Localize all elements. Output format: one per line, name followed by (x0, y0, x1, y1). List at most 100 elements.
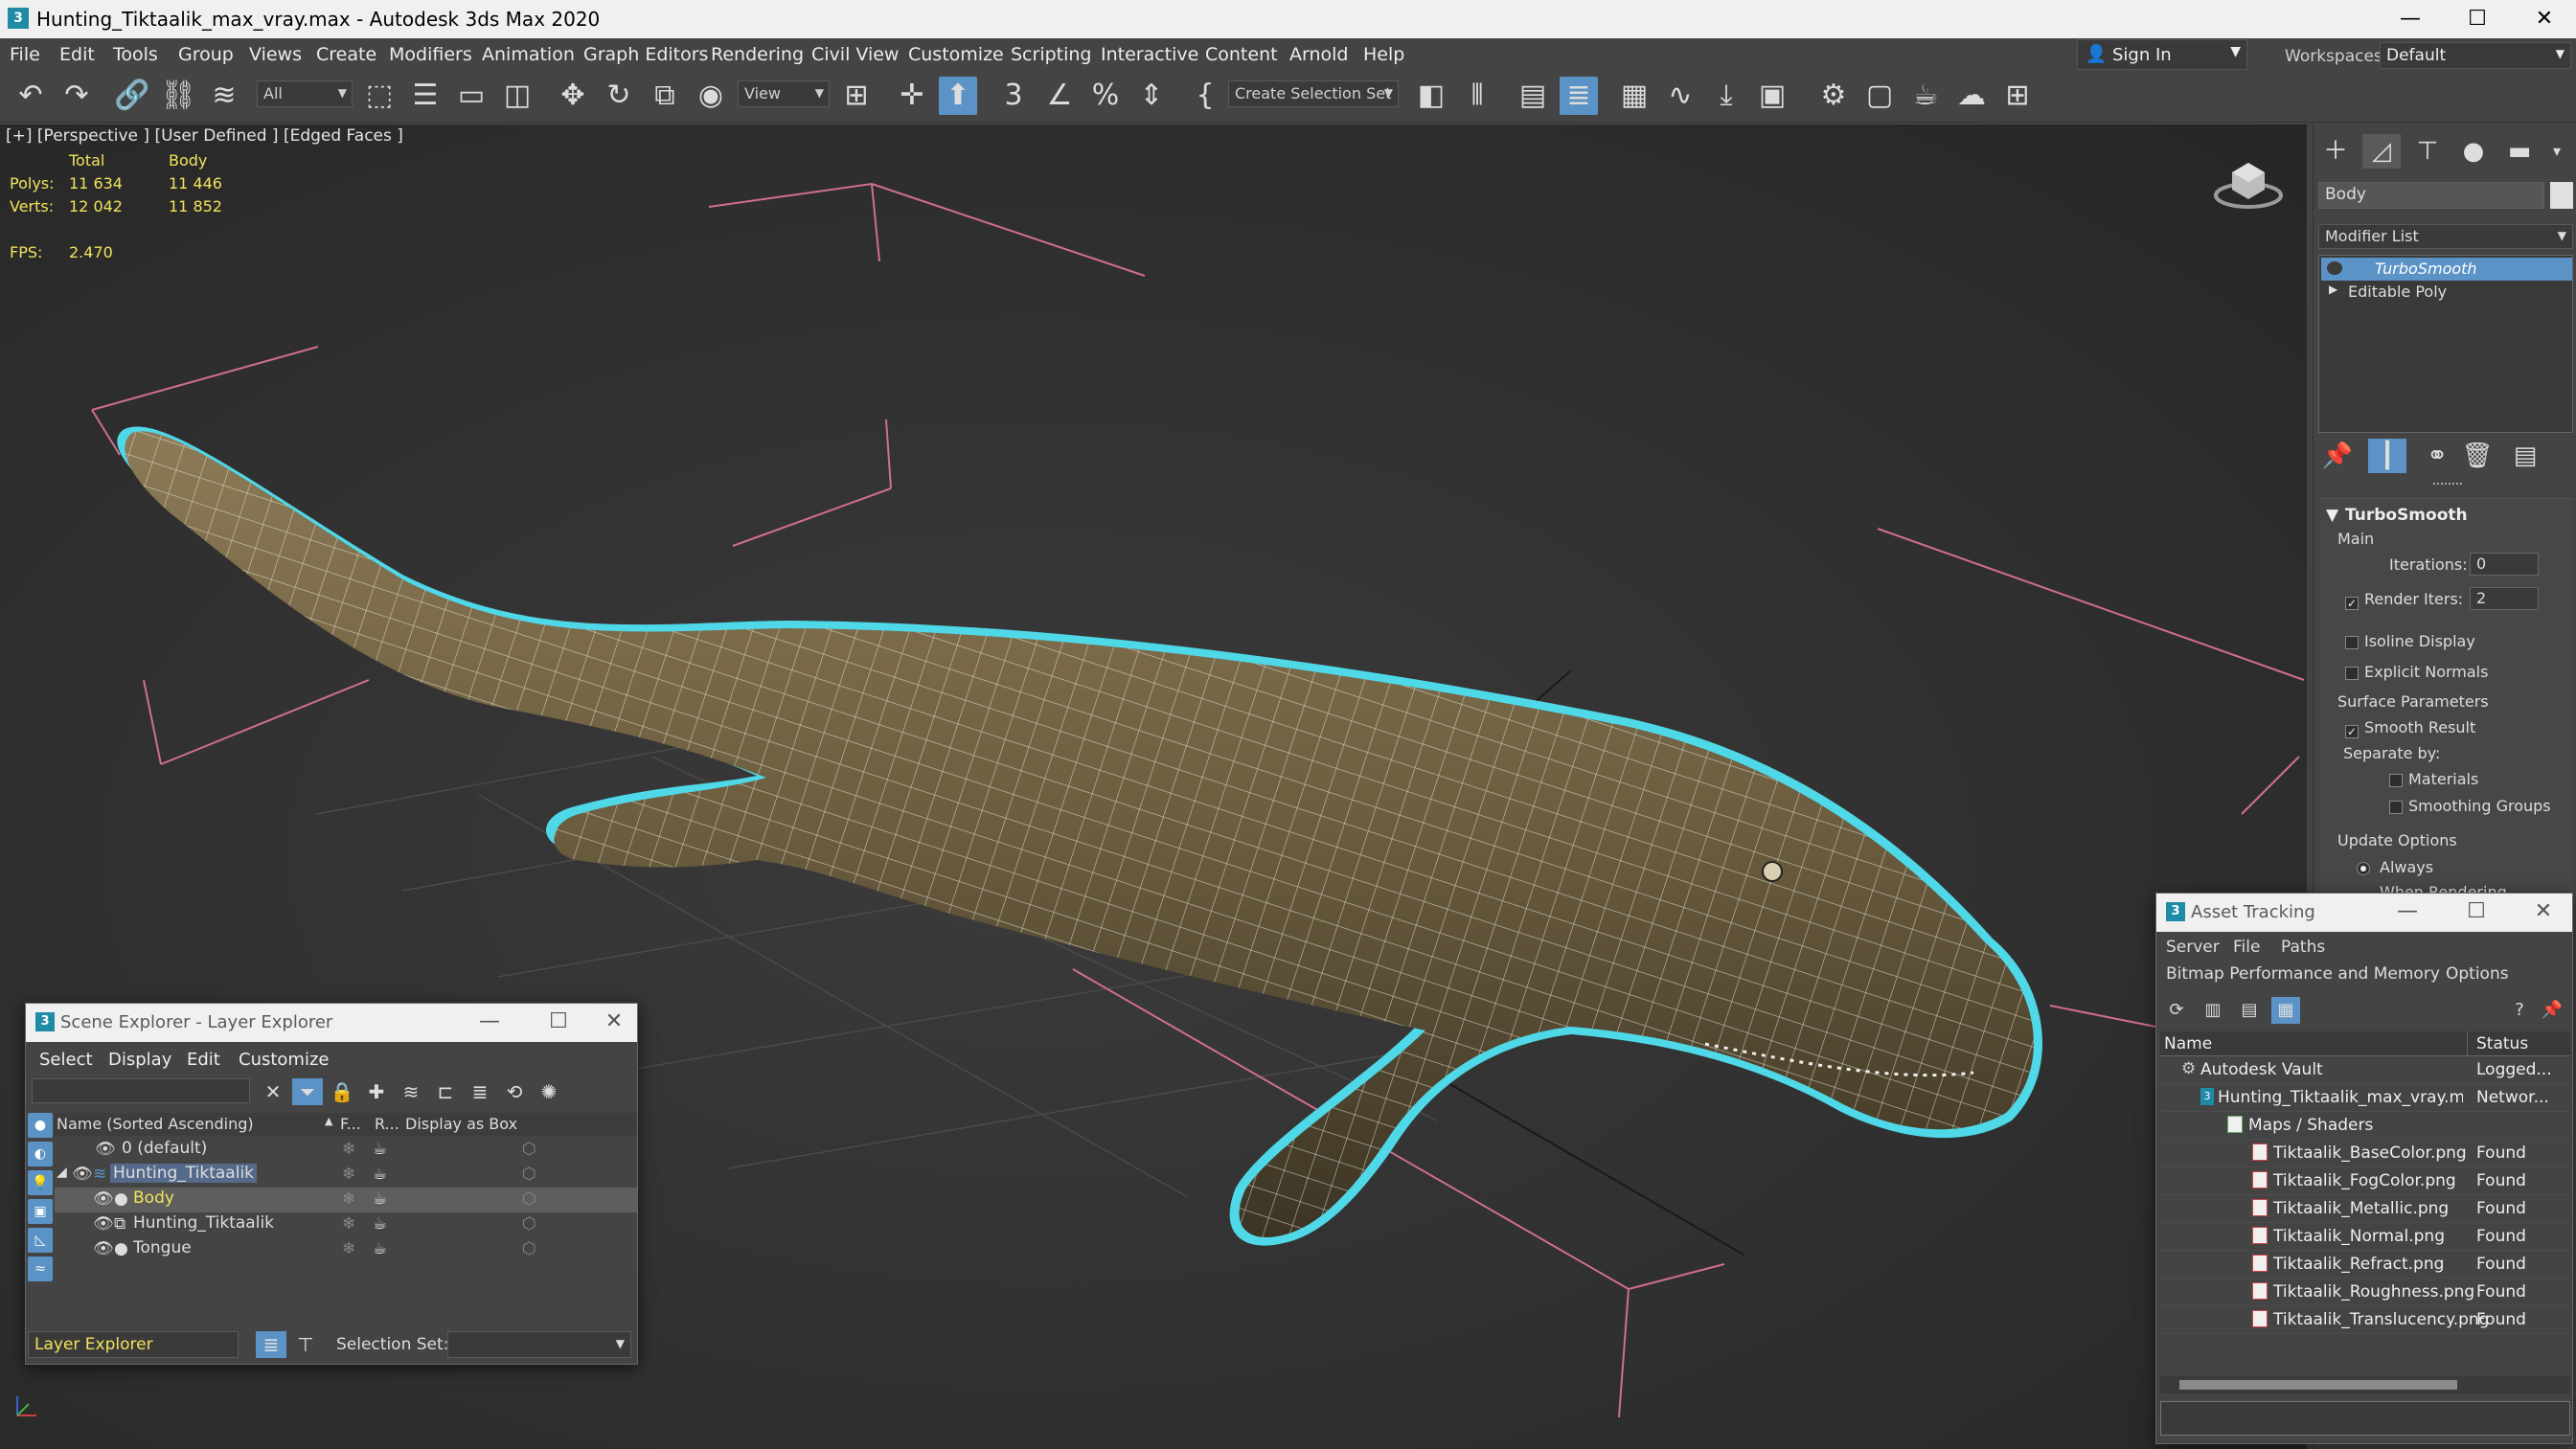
percent-snap-icon[interactable]: % (1086, 77, 1125, 115)
snaps-toggle-icon[interactable]: 3 (994, 77, 1033, 115)
minimize-button[interactable]: — (468, 1009, 511, 1036)
menu-group[interactable]: Group (178, 44, 234, 65)
schematic-view-icon[interactable]: ⤓ (1707, 77, 1745, 115)
box-icon[interactable]: ⬡ (522, 1140, 536, 1159)
spinner-snap-icon[interactable]: ⇕ (1132, 77, 1171, 115)
iterations-spinner[interactable]: 0 (2470, 553, 2539, 576)
menu-content[interactable]: Content (1205, 44, 1278, 65)
at-row[interactable]: Tiktaalik_Refract.png Found (2160, 1251, 2570, 1279)
render-iters-checkbox[interactable]: ✓ (2345, 592, 2359, 612)
filter-toggle-icon[interactable]: ⏷ (292, 1078, 323, 1105)
menu-rendering[interactable]: Rendering (711, 44, 804, 65)
menu-views[interactable]: Views (249, 44, 302, 65)
stack-item-turbosmooth[interactable]: TurboSmooth (2321, 258, 2572, 281)
render-in-cloud-icon[interactable]: ☁ (1952, 77, 1991, 115)
menu-modifiers[interactable]: Modifiers (389, 44, 472, 65)
display-tab-icon[interactable]: ▬ (2500, 134, 2539, 169)
remove-modifier-icon[interactable]: 🗑 (2458, 439, 2496, 473)
stack-item-editable-poly[interactable]: ▶ Editable Poly (2321, 281, 2572, 304)
se-row[interactable]: 👁 ⧉ Hunting_Tiktaalik ❄ ☕ ⬡ (55, 1212, 637, 1237)
menu-customize[interactable]: Customize (908, 44, 1004, 65)
pin-icon[interactable]: 📌 (2538, 997, 2566, 1024)
motion-tab-icon[interactable]: ● (2454, 134, 2493, 169)
side-toolbar-icon[interactable]: ▣ (28, 1199, 53, 1224)
menu-graph-editors[interactable]: Graph Editors (583, 44, 708, 65)
eye-icon[interactable]: 👁 (93, 1214, 114, 1234)
layer-mode-icon[interactable]: ≣ (256, 1331, 286, 1358)
workspace-select[interactable]: Default ▼ (2380, 42, 2571, 69)
se-menu-select[interactable]: Select (39, 1050, 93, 1070)
menu-tools[interactable]: Tools (113, 44, 158, 65)
at-menu-server[interactable]: Server (2166, 938, 2220, 957)
at-row[interactable]: ⚙ Autodesk Vault Logged... (2160, 1056, 2570, 1084)
render-iters-spinner[interactable]: 2 (2470, 587, 2539, 610)
column-name[interactable]: Name (2164, 1034, 2212, 1053)
se-menu-display[interactable]: Display (108, 1050, 171, 1070)
lock-icon[interactable]: 🔒 (327, 1078, 357, 1105)
at-menu-paths[interactable]: Paths (2281, 938, 2325, 957)
object-color-swatch[interactable] (2550, 182, 2573, 209)
bind-space-warp-icon[interactable]: ≋ (205, 77, 243, 115)
window-crossing-icon[interactable]: ◫ (498, 77, 536, 115)
table-view-icon[interactable]: ▦ (2271, 997, 2300, 1024)
utilities-tab-icon[interactable]: ▾ (2542, 134, 2571, 169)
maximize-button[interactable]: ☐ (2449, 4, 2506, 34)
pivot-center-icon[interactable]: ⊞ (837, 77, 876, 115)
render-production-icon[interactable]: ☕ (1906, 77, 1945, 115)
sync-selection-icon[interactable]: ⟲ (499, 1078, 530, 1105)
layer-explorer-icon[interactable]: ≣ (1560, 77, 1598, 115)
viewcube-icon[interactable] (2213, 151, 2284, 211)
minimize-button[interactable]: — (2386, 899, 2428, 926)
hierarchy-tab-icon[interactable]: ⊤ (2408, 134, 2447, 169)
redo-icon[interactable]: ↷ (57, 77, 96, 115)
curve-editor-icon[interactable]: ∿ (1661, 77, 1699, 115)
smoothing-groups-checkbox[interactable] (2389, 799, 2403, 819)
expand-arrow-icon[interactable]: ▶ (2329, 283, 2337, 296)
freeze-icon[interactable]: ❄ (342, 1214, 355, 1234)
menu-file[interactable]: File (10, 44, 40, 65)
select-by-name-icon[interactable]: ☰ (406, 77, 445, 115)
se-menu-edit[interactable]: Edit (187, 1050, 220, 1070)
explicit-normals-checkbox[interactable] (2345, 665, 2359, 685)
freeze-icon[interactable]: ❄ (342, 1239, 355, 1258)
pin-stack-icon[interactable]: 📌 (2318, 439, 2357, 473)
make-unique-icon[interactable]: ⚭ (2418, 439, 2456, 473)
asset-tracking-titlebar[interactable]: 3 Asset Tracking — ☐ ✕ (2156, 894, 2572, 932)
se-row[interactable]: ◢ 👁 ≋ Hunting_Tiktaalik ❄ ☕ ⬡ (55, 1163, 637, 1188)
select-manipulate-icon[interactable]: ✛ (893, 77, 931, 115)
at-menu-bitmap-performance[interactable]: Bitmap Performance and Memory (2166, 964, 2440, 984)
close-button[interactable]: ✕ (2522, 899, 2565, 926)
teapot-icon[interactable]: ☕ (373, 1140, 387, 1159)
menu-animation[interactable]: Animation (482, 44, 575, 65)
smooth-result-checkbox[interactable]: ✓ (2345, 720, 2359, 740)
side-toolbar-icon[interactable]: ● (28, 1113, 53, 1138)
new-layer-icon[interactable]: ✚ (361, 1078, 392, 1105)
at-row[interactable]: Tiktaalik_Metallic.png Found (2160, 1195, 2570, 1223)
eye-icon[interactable]: 👁 (72, 1165, 93, 1184)
sign-in-dropdown[interactable]: 👤 Sign In ▼ (2077, 39, 2247, 70)
object-name-field[interactable]: Body (2318, 182, 2544, 209)
rect-selection-icon[interactable]: ▭ (452, 77, 490, 115)
at-row[interactable]: 3 Hunting_Tiktaalik_max_vray.max Networ.… (2160, 1084, 2570, 1112)
named-selection-set-dropdown[interactable]: Create Selection Set ▼ (1228, 80, 1399, 107)
edit-named-selection-icon[interactable]: { (1186, 77, 1224, 115)
minimize-button[interactable]: — (2382, 4, 2439, 34)
add-to-layer-icon[interactable]: ≋ (396, 1078, 426, 1105)
menu-help[interactable]: Help (1363, 44, 1404, 65)
modify-tab-icon[interactable]: ◿ (2362, 134, 2401, 169)
eye-icon[interactable]: 👁 (95, 1140, 116, 1159)
at-menu-file[interactable]: File (2233, 938, 2260, 957)
freeze-icon[interactable]: ❄ (342, 1165, 355, 1184)
close-button[interactable]: ✕ (593, 1009, 635, 1036)
side-toolbar-icon[interactable]: ◐ (28, 1142, 53, 1166)
at-path-field[interactable] (2160, 1401, 2570, 1436)
unlink-icon[interactable]: ⛓ (159, 77, 197, 115)
se-row[interactable]: 👁 ● Tongue ❄ ☕ ⬡ (55, 1237, 637, 1262)
eye-icon[interactable]: 👁 (93, 1189, 114, 1209)
se-row[interactable]: 👁 ● Body ❄ ☕ ⬡ (55, 1188, 637, 1212)
ref-coord-dropdown[interactable]: View ▼ (738, 80, 830, 107)
hierarchy-mode-icon[interactable]: ⊤ (290, 1331, 321, 1358)
explorer-name-field[interactable]: Layer Explorer (28, 1331, 239, 1358)
horizontal-scrollbar[interactable] (2160, 1376, 2570, 1393)
side-toolbar-icon[interactable]: ◺ (28, 1228, 53, 1253)
